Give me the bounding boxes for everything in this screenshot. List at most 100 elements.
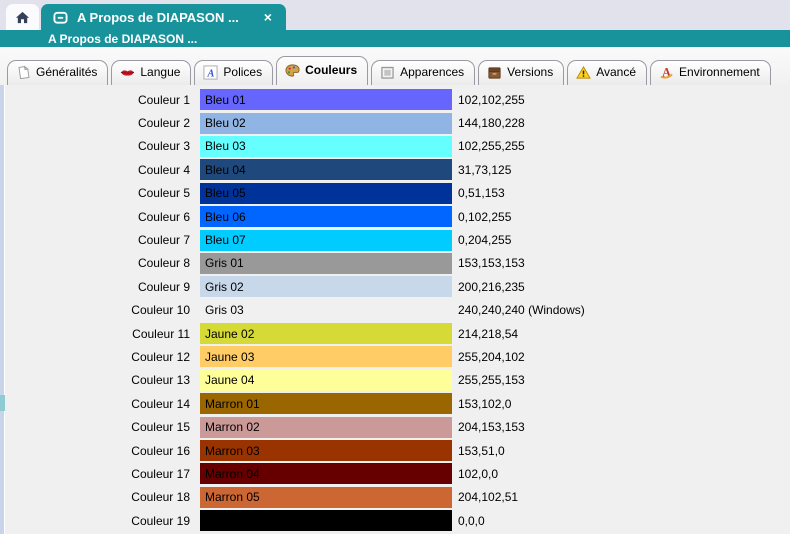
color-row-label: Couleur 8 bbox=[6, 256, 190, 270]
lips-icon bbox=[120, 65, 135, 80]
warning-icon bbox=[576, 65, 591, 80]
color-row-label: Couleur 2 bbox=[6, 116, 190, 130]
color-rgb-value: 240,240,240 (Windows) bbox=[458, 303, 585, 317]
color-row-label: Couleur 5 bbox=[6, 186, 190, 200]
color-swatch[interactable]: Bleu 02 bbox=[200, 113, 452, 134]
tab-label: Apparences bbox=[400, 65, 464, 79]
tab-langue[interactable]: Langue bbox=[111, 60, 191, 85]
color-swatch[interactable]: Gris 01 bbox=[200, 253, 452, 274]
color-rgb-value: 200,216,235 bbox=[458, 280, 525, 294]
color-row: Couleur 13 Jaune 04 255,255,153 bbox=[6, 369, 790, 392]
app-window: A Propos de DIAPASON ... × A Propos de D… bbox=[0, 0, 790, 534]
color-name: Bleu 01 bbox=[205, 93, 246, 107]
color-swatch[interactable]: Marron 01 bbox=[200, 393, 452, 414]
environment-icon: A bbox=[659, 65, 674, 80]
home-tab[interactable] bbox=[6, 4, 39, 30]
color-name: Bleu 04 bbox=[205, 163, 246, 177]
color-swatch[interactable]: Bleu 03 bbox=[200, 136, 452, 157]
close-icon[interactable]: × bbox=[264, 10, 272, 24]
color-name: Gris 02 bbox=[205, 280, 244, 294]
color-rgb-value: 153,102,0 bbox=[458, 397, 511, 411]
color-row: Couleur 14 Marron 01 153,102,0 bbox=[6, 392, 790, 415]
color-swatch[interactable]: Jaune 04 bbox=[200, 370, 452, 391]
tab-label: Polices bbox=[223, 65, 262, 79]
tab-label: Généralités bbox=[36, 65, 97, 79]
color-swatch[interactable]: Marron 03 bbox=[200, 440, 452, 461]
color-swatch[interactable]: Marron 04 bbox=[200, 463, 452, 484]
tab-environnement[interactable]: A Environnement bbox=[650, 60, 771, 85]
color-row-label: Couleur 16 bbox=[6, 444, 190, 458]
color-swatch[interactable]: Jaune 02 bbox=[200, 323, 452, 344]
color-swatch[interactable]: Marron 02 bbox=[200, 417, 452, 438]
document-tab[interactable]: A Propos de DIAPASON ... × bbox=[41, 4, 286, 30]
tab-label: Versions bbox=[507, 65, 553, 79]
color-row-label: Couleur 18 bbox=[6, 490, 190, 504]
color-name: Marron 03 bbox=[205, 444, 260, 458]
document-tab-icon bbox=[53, 10, 68, 25]
color-name: Marron 02 bbox=[205, 420, 260, 434]
color-rgb-value: 255,204,102 bbox=[458, 350, 525, 364]
document-tab-title: A Propos de DIAPASON ... bbox=[77, 10, 239, 25]
color-row-label: Couleur 3 bbox=[6, 139, 190, 153]
color-row-label: Couleur 13 bbox=[6, 373, 190, 387]
color-rgb-value: 0,51,153 bbox=[458, 186, 505, 200]
tab-label: Environnement bbox=[679, 65, 760, 79]
page-header-bar: A Propos de DIAPASON ... bbox=[0, 30, 790, 47]
color-swatch[interactable]: Gris 03 bbox=[200, 300, 452, 321]
color-row: Couleur 16Marron 03153,51,0 bbox=[6, 439, 790, 462]
color-rgb-value: 0,102,255 bbox=[458, 210, 511, 224]
color-settings-panel: Couleur 1 Bleu 01 102,102,255 Couleur 2 Bleu… bbox=[6, 85, 790, 534]
color-swatch[interactable]: Bleu 07 bbox=[200, 230, 452, 251]
color-row-label: Couleur 14 bbox=[6, 397, 190, 411]
tab-avance[interactable]: Avancé bbox=[567, 60, 647, 85]
font-a-icon: A bbox=[203, 65, 218, 80]
color-row: Couleur 19 0,0,0 bbox=[6, 509, 790, 532]
color-swatch[interactable]: Bleu 01 bbox=[200, 89, 452, 110]
color-row: Couleur 12Jaune 03255,204,102 bbox=[6, 345, 790, 368]
color-row-label: Couleur 11 bbox=[6, 327, 190, 341]
color-rgb-value: 31,73,125 bbox=[458, 163, 511, 177]
color-swatch[interactable]: Bleu 06 bbox=[200, 206, 452, 227]
color-name: Jaune 02 bbox=[205, 327, 254, 341]
color-row: Couleur 7 Bleu 07 0,204,255 bbox=[6, 228, 790, 251]
color-swatch[interactable]: Jaune 03 bbox=[200, 346, 452, 367]
color-swatch[interactable]: Gris 02 bbox=[200, 276, 452, 297]
tab-apparences[interactable]: Apparences bbox=[371, 60, 475, 85]
color-rgb-value: 255,255,153 bbox=[458, 373, 525, 387]
color-row: Couleur 17Marron 04102,0,0 bbox=[6, 462, 790, 485]
color-row-label: Couleur 1 bbox=[6, 93, 190, 107]
archive-box-icon bbox=[487, 65, 502, 80]
color-swatch[interactable] bbox=[200, 510, 452, 531]
color-row: Couleur 3Bleu 03102,255,255 bbox=[6, 135, 790, 158]
color-row: Couleur 8Gris 01153,153,153 bbox=[6, 252, 790, 275]
color-rgb-value: 0,204,255 bbox=[458, 233, 511, 247]
color-rgb-value: 144,180,228 bbox=[458, 116, 525, 130]
color-name: Jaune 03 bbox=[205, 350, 254, 364]
color-row: Couleur 15Marron 02204,153,153 bbox=[6, 415, 790, 438]
color-name: Bleu 06 bbox=[205, 210, 246, 224]
color-swatch[interactable]: Bleu 05 bbox=[200, 183, 452, 204]
scroll-thumb[interactable] bbox=[0, 395, 5, 411]
color-row-label: Couleur 7 bbox=[6, 233, 190, 247]
color-name: Marron 01 bbox=[205, 397, 260, 411]
svg-text:A: A bbox=[207, 68, 215, 79]
color-row-label: Couleur 19 bbox=[6, 514, 190, 528]
tab-versions[interactable]: Versions bbox=[478, 60, 564, 85]
color-name: Bleu 07 bbox=[205, 233, 246, 247]
tab-polices[interactable]: A Polices bbox=[194, 60, 273, 85]
color-row: Couleur 1 Bleu 01 102,102,255 bbox=[6, 88, 790, 111]
color-rgb-value: 0,0,0 bbox=[458, 514, 485, 528]
color-row-label: Couleur 17 bbox=[6, 467, 190, 481]
color-row-label: Couleur 4 bbox=[6, 163, 190, 177]
tab-label: Avancé bbox=[596, 65, 636, 79]
settings-tab-strip: Généralités Langue A Polices Couleurs Apparen… bbox=[0, 47, 790, 85]
palette-icon bbox=[285, 63, 300, 78]
color-name: Bleu 02 bbox=[205, 116, 246, 130]
tab-couleurs[interactable]: Couleurs bbox=[276, 56, 368, 85]
color-swatch[interactable]: Marron 05 bbox=[200, 487, 452, 508]
tab-generalites[interactable]: Généralités bbox=[7, 60, 108, 85]
color-row: Couleur 9Gris 02200,216,235 bbox=[6, 275, 790, 298]
color-swatch[interactable]: Bleu 04 bbox=[200, 159, 452, 180]
color-rgb-value: 102,102,255 bbox=[458, 93, 525, 107]
color-name: Bleu 05 bbox=[205, 186, 246, 200]
